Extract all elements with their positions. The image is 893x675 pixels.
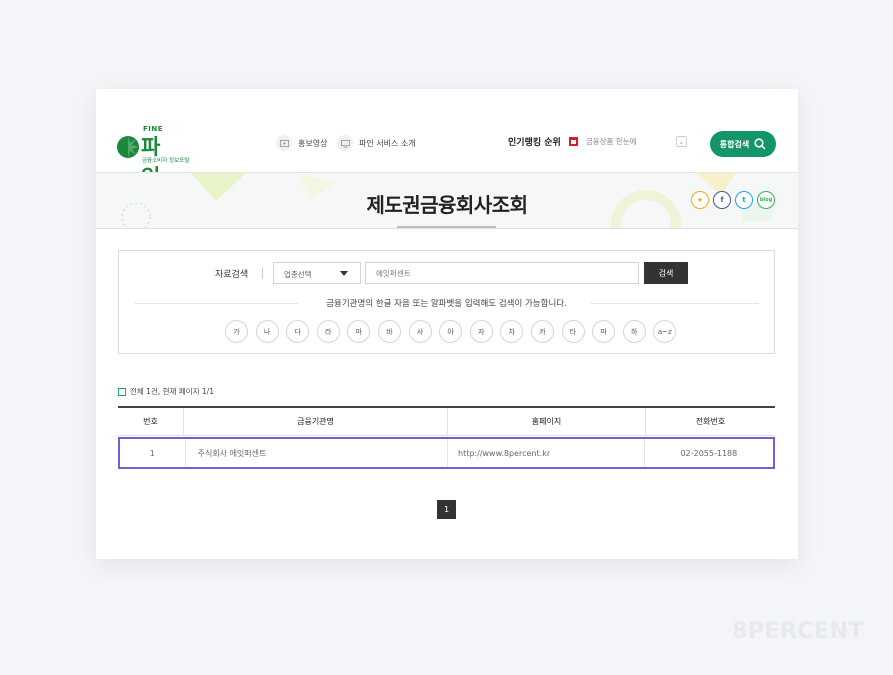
col-institution: 금융기관명 — [183, 408, 447, 435]
letter-button[interactable]: 하 — [622, 320, 646, 343]
page-banner: 제도권금융회사조회 ★ f t blog — [96, 172, 798, 229]
monitor-icon — [337, 135, 353, 151]
col-phone: 전화번호 — [645, 408, 775, 435]
letter-button[interactable]: 바 — [377, 320, 401, 343]
letter-button[interactable]: 가 — [225, 320, 248, 343]
search-button[interactable]: 검색 — [644, 262, 688, 284]
twitter-icon[interactable]: t — [735, 191, 753, 209]
search-input[interactable] — [365, 262, 639, 284]
results-table: 번호 금융기관명 홈페이지 전화번호 1 주식회사 에잇퍼센트 http://w… — [118, 406, 775, 469]
logo-emblem-icon — [117, 136, 139, 158]
page-card: FINE 파 인 금융소비자 정보포털 홍보영상 파인 서비스 소개 인기랭킹 … — [96, 89, 798, 559]
industry-select[interactable]: 업종선택 — [273, 262, 361, 284]
search-hint-text: 금융기관명의 한글 자음 또는 알파벳을 입력해도 검색이 가능합니다. — [316, 299, 577, 309]
play-icon — [276, 135, 292, 151]
letter-button[interactable]: 아 — [439, 320, 463, 343]
industry-select-value: 업종선택 — [284, 270, 312, 279]
row-institution-name[interactable]: 주식회사 에잇퍼센트 — [184, 439, 447, 467]
letter-button[interactable]: 라 — [316, 320, 340, 343]
search-icon — [754, 138, 766, 150]
star-icon[interactable]: ★ — [691, 191, 709, 209]
result-summary: 전체 1건, 현재 페이지 1/1 — [118, 386, 214, 397]
total-search-label: 통합검색 — [719, 139, 750, 149]
letter-button[interactable]: 마 — [347, 320, 371, 343]
table-row[interactable]: 1 주식회사 에잇퍼센트 http://www.8percent.kr 02-2… — [118, 437, 775, 469]
letter-button[interactable]: 나 — [255, 320, 279, 343]
row-phone: 02-2055-1188 — [643, 439, 773, 467]
site-header: FINE 파 인 금융소비자 정보포털 홍보영상 파인 서비스 소개 인기랭킹 … — [96, 89, 798, 189]
fine-logo[interactable]: FINE 파 인 금융소비자 정보포털 — [116, 125, 196, 189]
letter-button[interactable]: a~z — [653, 320, 677, 343]
total-search-button[interactable]: 통합검색 — [710, 131, 776, 157]
share-buttons: ★ f t blog — [691, 191, 775, 209]
watermark: 8PERCENT — [732, 619, 864, 644]
col-homepage: 홈페이지 — [447, 408, 645, 435]
blog-icon[interactable]: blog — [757, 191, 775, 209]
letter-button[interactable]: 타 — [561, 320, 585, 343]
nav-service-intro-label: 파인 서비스 소개 — [359, 138, 416, 148]
letter-button[interactable]: 파 — [592, 320, 616, 343]
row-number: 1 — [149, 448, 155, 458]
caret-down-icon — [340, 271, 348, 276]
letter-button[interactable]: 사 — [408, 320, 432, 343]
popular-ranking: 인기랭킹 순위 금융상품 한눈에 ⌄ — [508, 135, 687, 148]
facebook-icon[interactable]: f — [713, 191, 731, 209]
table-header: 번호 금융기관명 홈페이지 전화번호 — [118, 406, 775, 436]
ranking-item[interactable]: 금융상품 한눈에 — [586, 136, 668, 147]
chevron-down-icon[interactable]: ⌄ — [675, 136, 687, 147]
letter-button[interactable]: 차 — [500, 320, 524, 343]
nav-promo-video-label: 홍보영상 — [298, 138, 328, 148]
row-homepage-link[interactable]: http://www.8percent.kr — [447, 439, 644, 467]
list-icon — [118, 387, 126, 396]
nav-promo-video[interactable]: 홍보영상 — [276, 135, 327, 151]
logo-subtitle: 금융소비자 정보포털 — [142, 158, 190, 164]
page-1-button[interactable]: 1 — [437, 500, 456, 519]
letter-button[interactable]: 카 — [530, 320, 554, 343]
search-divider — [262, 268, 263, 279]
search-panel: 자료검색 업종선택 검색 금융기관명의 한글 자음 또는 알파벳을 입력해도 검… — [118, 250, 775, 354]
letter-button[interactable]: 자 — [469, 320, 493, 343]
letter-button[interactable]: 다 — [286, 320, 310, 343]
col-number: 번호 — [143, 417, 158, 426]
initial-letter-filter: 가 나 다 라 마 바 사 아 자 차 카 타 파 하 a~z — [225, 320, 677, 343]
result-summary-text: 전체 1건, 현재 페이지 1/1 — [130, 387, 214, 396]
search-label: 자료검색 — [215, 270, 249, 280]
ranking-title: 인기랭킹 순위 — [508, 138, 561, 148]
ranking-icon — [568, 137, 578, 146]
search-hint: 금융기관명의 한글 자음 또는 알파벳을 입력해도 검색이 가능합니다. — [119, 297, 774, 309]
nav-service-intro[interactable]: 파인 서비스 소개 — [337, 135, 416, 151]
title-underline — [397, 226, 496, 228]
